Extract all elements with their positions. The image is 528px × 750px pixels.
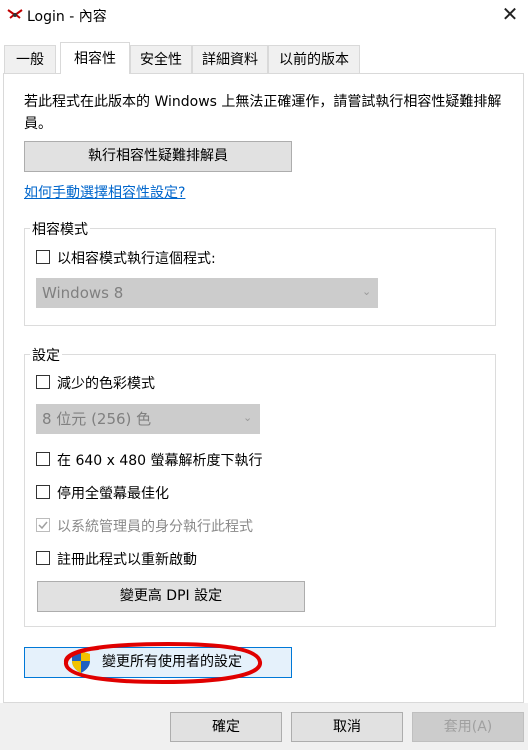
- chevron-down-icon: ⌄: [362, 285, 372, 298]
- close-icon[interactable]: ✕: [496, 2, 524, 26]
- run-as-admin-label: 以系統管理員的身分執行此程式: [57, 519, 253, 535]
- tab-general[interactable]: 一般: [4, 45, 56, 73]
- cancel-button[interactable]: 取消: [291, 712, 403, 742]
- compat-mode-checkbox-label: 以相容模式執行這個程式:: [57, 251, 216, 267]
- tab-compatibility[interactable]: 相容性: [60, 42, 130, 74]
- reduced-color-label: 減少的色彩模式: [57, 376, 155, 392]
- compat-mode-group-label: 相容模式: [30, 219, 90, 239]
- res-640-label: 在 640 x 480 螢幕解析度下執行: [57, 453, 263, 469]
- window-title: Login - 內容: [27, 9, 107, 25]
- run-troubleshooter-button[interactable]: 執行相容性疑難排解員: [24, 141, 292, 172]
- reduced-color-checkbox[interactable]: [36, 375, 50, 389]
- compat-mode-checkbox[interactable]: [36, 250, 50, 264]
- intro-text: 若此程式在此版本的 Windows 上無法正確運作，請嘗試執行相容性疑難排解員。: [24, 94, 502, 132]
- run-as-admin-checkbox[interactable]: [36, 518, 50, 532]
- apply-button[interactable]: 套用(A): [412, 712, 524, 742]
- os-version-select[interactable]: Windows 8: [36, 278, 378, 308]
- change-high-dpi-button[interactable]: 變更高 DPI 設定: [37, 581, 305, 612]
- color-mode-select[interactable]: 8 位元 (256) 色: [36, 404, 260, 434]
- disable-fullscreen-label: 停用全螢幕最佳化: [57, 486, 169, 502]
- os-version-select-value: Windows 8: [42, 284, 124, 302]
- chevron-down-icon: ⌄: [243, 411, 253, 424]
- manual-settings-link[interactable]: 如何手動選擇相容性設定?: [24, 182, 185, 202]
- uac-shield-icon: [72, 651, 90, 673]
- disable-fullscreen-checkbox[interactable]: [36, 485, 50, 499]
- res-640-checkbox[interactable]: [36, 452, 50, 466]
- register-restart-label: 註冊此程式以重新啟動: [57, 552, 197, 568]
- compat-mode-group: [24, 228, 496, 326]
- color-mode-select-value: 8 位元 (256) 色: [42, 410, 152, 428]
- app-icon: [7, 7, 23, 23]
- change-all-users-button[interactable]: 變更所有使用者的設定: [24, 647, 292, 678]
- change-all-users-label: 變更所有使用者的設定: [102, 654, 242, 670]
- tab-security[interactable]: 安全性: [130, 45, 192, 73]
- register-restart-checkbox[interactable]: [36, 551, 50, 565]
- tab-previous-versions[interactable]: 以前的版本: [268, 45, 360, 73]
- ok-button[interactable]: 確定: [170, 712, 282, 742]
- checkmark-icon: [38, 521, 48, 530]
- settings-group-label: 設定: [30, 345, 62, 365]
- tab-details[interactable]: 詳細資料: [192, 45, 268, 73]
